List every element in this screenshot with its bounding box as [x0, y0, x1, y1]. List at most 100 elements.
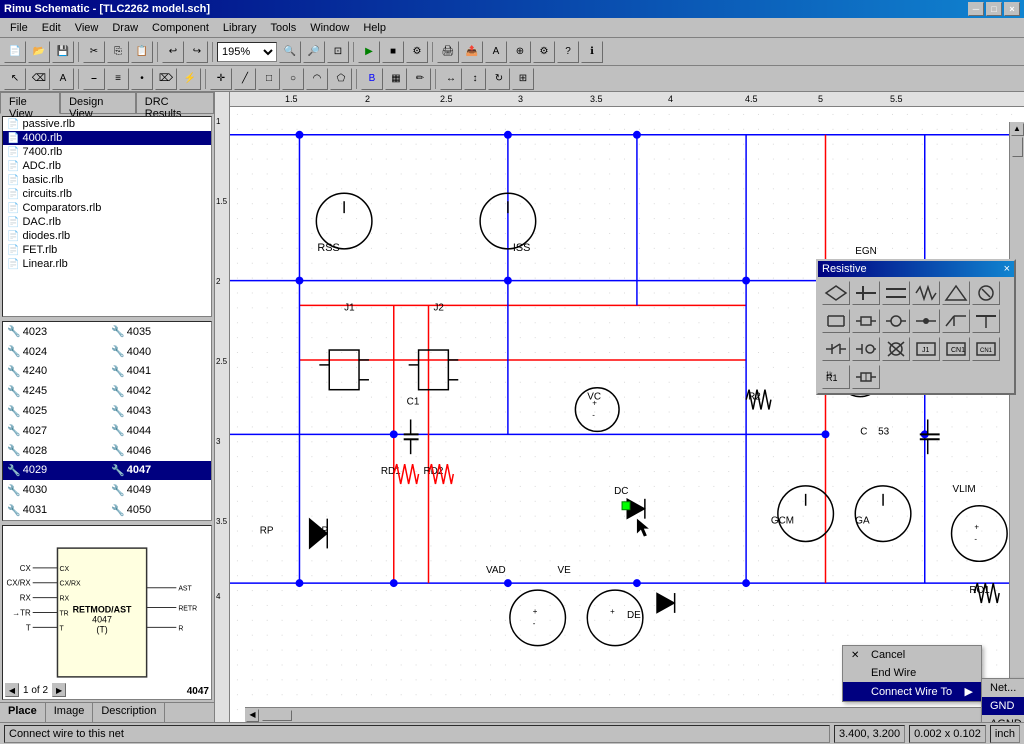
tree-item-circuits[interactable]: 📄 circuits.rlb [3, 187, 211, 201]
tree-item-4000[interactable]: 📄 4000.rlb [3, 131, 211, 145]
menu-edit[interactable]: Edit [36, 20, 67, 36]
junction-button[interactable]: • [131, 68, 153, 90]
comp-4245[interactable]: 🔧4245 [3, 381, 107, 401]
ctx-end-wire[interactable]: End Wire [843, 664, 981, 682]
scroll-thumb-v[interactable] [1012, 137, 1023, 157]
label-button[interactable]: ⌦ [155, 68, 177, 90]
btab-image[interactable]: Image [46, 703, 94, 722]
rect-button[interactable]: □ [258, 68, 280, 90]
res-component-16[interactable]: J1 [912, 337, 940, 361]
menu-component[interactable]: Component [146, 20, 215, 36]
res-component-17[interactable]: CN1 [942, 337, 970, 361]
tree-item-comparators[interactable]: 📄 Comparators.rlb [3, 201, 211, 215]
tb-btn-a[interactable]: A [485, 41, 507, 63]
res-component-1[interactable] [822, 281, 850, 305]
tree-item-adc[interactable]: 📄 ADC.rlb [3, 159, 211, 173]
comp-4040[interactable]: 🔧4040 [107, 342, 211, 362]
zoom-fit-button[interactable]: ⊡ [327, 41, 349, 63]
comp-4023[interactable]: 🔧4023 [3, 322, 107, 342]
wire-button[interactable]: ⎯ [83, 68, 105, 90]
res-component-2[interactable] [852, 281, 880, 305]
res-component-11[interactable] [942, 309, 970, 333]
ctx-cancel[interactable]: ✕ Cancel [843, 646, 981, 664]
help-button[interactable]: ? [557, 41, 579, 63]
schematic-canvas[interactable]: RSS ISS J1 J2 C1 VC RD1 RD2 RP DP [230, 107, 1024, 722]
menu-library[interactable]: Library [217, 20, 263, 36]
comp-4050[interactable]: 🔧4050 [107, 500, 211, 520]
text-button[interactable]: A [52, 68, 74, 90]
comp-4025[interactable]: 🔧4025 [3, 401, 107, 421]
redo-button[interactable]: ↪ [186, 41, 208, 63]
settings-button[interactable]: ⚙ [533, 41, 555, 63]
flip-v-button[interactable]: ↕ [464, 68, 486, 90]
tree-item-dac[interactable]: 📄 DAC.rlb [3, 215, 211, 229]
res-component-4[interactable] [912, 281, 940, 305]
comp-4049[interactable]: 🔧4049 [107, 480, 211, 500]
new-button[interactable]: 📄 [4, 41, 26, 63]
power-button[interactable]: ⚡ [179, 68, 201, 90]
tree-item-linear[interactable]: 📄 Linear.rlb [3, 257, 211, 271]
comp-4240[interactable]: 🔧4240 [3, 362, 107, 382]
tree-item-7400[interactable]: 📄 7400.rlb [3, 145, 211, 159]
save-button[interactable]: 💾 [52, 41, 74, 63]
info-button[interactable]: ℹ [581, 41, 603, 63]
comp-4027[interactable]: 🔧4027 [3, 421, 107, 441]
rotate-button[interactable]: ↻ [488, 68, 510, 90]
maximize-button[interactable]: □ [986, 2, 1002, 16]
res-component-7[interactable] [822, 309, 850, 333]
color-button[interactable]: B [361, 68, 383, 90]
zoom-out-button[interactable]: 🔎 [303, 41, 325, 63]
arc-button[interactable]: ◠ [306, 68, 328, 90]
select-button[interactable]: ↖ [4, 68, 26, 90]
comp-4043[interactable]: 🔧4043 [107, 401, 211, 421]
erase-button[interactable]: ⌫ [28, 68, 50, 90]
submenu-net[interactable]: Net... [982, 679, 1024, 697]
horizontal-scrollbar[interactable]: ◀ ▶ [245, 707, 1009, 722]
mirror-button[interactable]: ⊞ [512, 68, 534, 90]
res-component-12[interactable] [972, 309, 1000, 333]
comp-4041[interactable]: 🔧4041 [107, 362, 211, 382]
undo-button[interactable]: ↩ [162, 41, 184, 63]
resistive-close-button[interactable]: × [1004, 263, 1010, 275]
res-component-13[interactable] [822, 337, 850, 361]
res-component-18[interactable]: CN1 [972, 337, 1000, 361]
res-component-20[interactable] [852, 365, 880, 389]
menu-draw[interactable]: Draw [106, 20, 144, 36]
prev-page-button[interactable]: ◀ [5, 683, 19, 697]
comp-4047[interactable]: 🔧4047 [107, 461, 211, 481]
tree-item-diodes[interactable]: 📄 diodes.rlb [3, 229, 211, 243]
minimize-button[interactable]: ─ [968, 2, 984, 16]
tree-item-fet[interactable]: 📄 FET.rlb [3, 243, 211, 257]
poly-button[interactable]: ⬠ [330, 68, 352, 90]
pen-button[interactable]: ✏ [409, 68, 431, 90]
res-component-10[interactable] [912, 309, 940, 333]
menu-tools[interactable]: Tools [265, 20, 303, 36]
res-component-3[interactable] [882, 281, 910, 305]
btab-description[interactable]: Description [93, 703, 165, 722]
copy-button[interactable]: ⎘ [107, 41, 129, 63]
comp-4035[interactable]: 🔧4035 [107, 322, 211, 342]
print-button[interactable]: 🖨 [437, 41, 459, 63]
menu-file[interactable]: File [4, 20, 34, 36]
tb-btn-b[interactable]: ⊕ [509, 41, 531, 63]
comp-4042[interactable]: 🔧4042 [107, 381, 211, 401]
close-button[interactable]: × [1004, 2, 1020, 16]
flip-h-button[interactable]: ↔ [440, 68, 462, 90]
submenu-gnd[interactable]: GND [982, 697, 1024, 715]
schematic-area[interactable]: 1.5 2 2.5 3 3.5 4 4.5 5 5.5 1 1.5 2 2.5 … [215, 92, 1024, 722]
zoom-select[interactable]: 195% 100% 150% 200% [217, 42, 277, 62]
circle-button[interactable]: ○ [282, 68, 304, 90]
run-button[interactable]: ▶ [358, 41, 380, 63]
res-component-9[interactable] [882, 309, 910, 333]
comp-4046[interactable]: 🔧4046 [107, 441, 211, 461]
tab-drc[interactable]: DRC Results [136, 92, 214, 113]
comp-4029[interactable]: 🔧4029 [3, 461, 107, 481]
zoom-in-button[interactable]: 🔍 [279, 41, 301, 63]
comp-4030[interactable]: 🔧4030 [3, 480, 107, 500]
tab-file-view[interactable]: File View [0, 92, 60, 114]
submenu-agnd[interactable]: AGND [982, 715, 1024, 722]
vertical-scrollbar[interactable]: ▲ ▼ [1009, 122, 1024, 707]
res-component-8[interactable] [852, 309, 880, 333]
comp-4028[interactable]: 🔧4028 [3, 441, 107, 461]
tab-design-view[interactable]: Design View [60, 92, 136, 113]
